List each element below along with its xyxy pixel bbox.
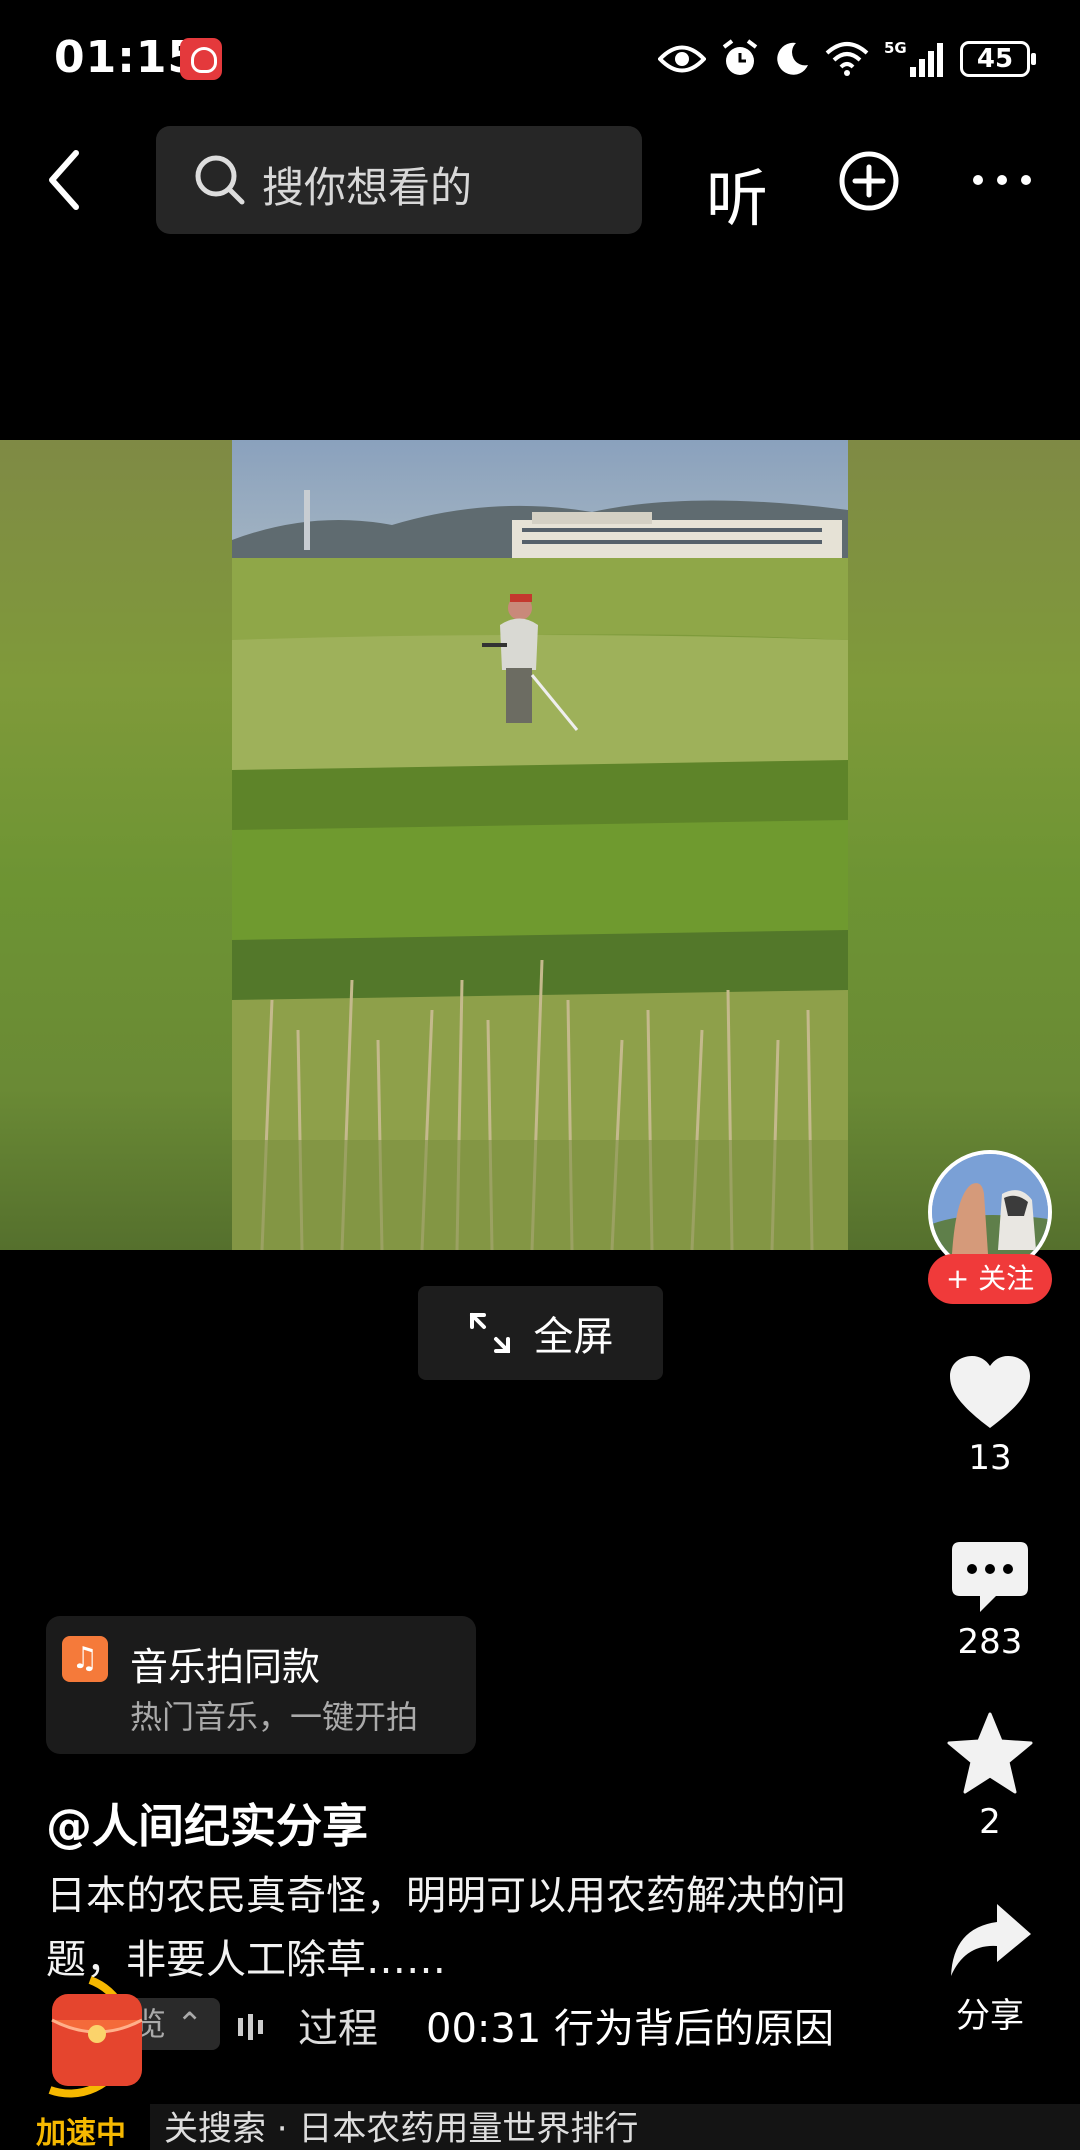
like-action[interactable]: 13 [930, 1354, 1050, 1478]
search-placeholder: 搜你想看的 [262, 163, 473, 212]
search-bar[interactable]: 搜你想看的 [156, 126, 642, 234]
add-circle-icon[interactable] [838, 150, 900, 212]
avatar-image [932, 1154, 1048, 1270]
music-card[interactable]: ♫ 音乐拍同款 热门音乐，一键开拍 [46, 1616, 476, 1754]
star-icon [947, 1712, 1033, 1794]
expand-icon [469, 1313, 510, 1353]
audio-wave-icon [238, 2014, 263, 2040]
alarm-icon [722, 39, 758, 75]
status-bar: 01:15 5G 45 [0, 0, 1080, 120]
eye-icon [658, 45, 706, 73]
follow-button[interactable]: + 关注 [928, 1254, 1052, 1304]
comment-icon [952, 1542, 1028, 1612]
status-time: 01:15 [54, 32, 200, 83]
music-note-icon: ♫ [62, 1636, 108, 1682]
related-search-bar[interactable]: 关搜索 · 日本农药用量世界排行 [150, 2104, 1080, 2150]
app-notification-icon [180, 38, 222, 80]
more-options-icon[interactable] [970, 172, 1034, 188]
fullscreen-button[interactable]: 全屏 [418, 1286, 663, 1380]
share-label: 分享 [956, 1996, 1024, 2036]
favorite-count: 2 [979, 1802, 1001, 1842]
listen-button[interactable]: 听 [706, 148, 768, 238]
segment-label: 过程 [298, 2006, 378, 2052]
signal-5g-icon: 5G [884, 39, 943, 77]
video-blur-right [848, 440, 1080, 1250]
comment-count: 283 [957, 1622, 1023, 1662]
share-action[interactable]: 分享 [930, 1900, 1050, 2037]
back-arrow-icon[interactable] [40, 145, 90, 215]
moon-icon [777, 42, 808, 75]
wifi-icon [825, 42, 869, 76]
red-packet-icon[interactable] [20, 1960, 170, 2110]
search-icon [195, 155, 245, 205]
heart-icon [950, 1356, 1030, 1428]
fullscreen-label: 全屏 [533, 1314, 614, 1360]
video-frame [232, 440, 848, 1250]
status-icons: 5G 45 [658, 34, 1036, 84]
chevron-up-icon: ⌃ [176, 2005, 203, 2043]
author-name[interactable]: @人间纪实分享 [46, 1790, 368, 1856]
speed-up-label: 加速中 [36, 2116, 126, 2150]
segment-time: 00:31 行为背后的原因 [426, 2006, 834, 2052]
svg-text:5G: 5G [884, 39, 907, 57]
video-blur-left [0, 440, 232, 1250]
music-card-title: 音乐拍同款 [130, 1645, 321, 1689]
share-arrow-icon [951, 1904, 1031, 1976]
like-count: 13 [968, 1438, 1012, 1478]
comment-action[interactable]: 283 [930, 1540, 1050, 1662]
battery-indicator: 45 [960, 41, 1036, 77]
favorite-action[interactable]: 2 [930, 1712, 1050, 1842]
music-card-subtitle: 热门音乐，一键开拍 [130, 1698, 419, 1736]
video-player[interactable] [0, 440, 1080, 1250]
